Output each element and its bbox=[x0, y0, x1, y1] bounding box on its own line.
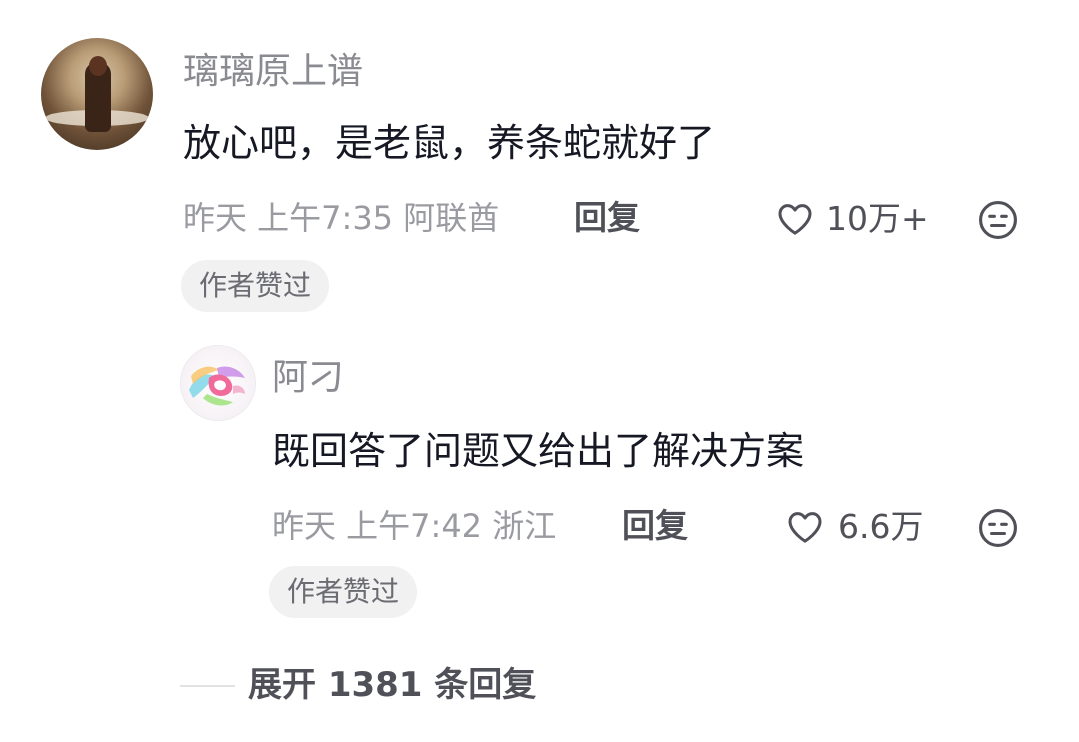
like-count: 6.6万 bbox=[838, 507, 924, 546]
like-count: 10万+ bbox=[826, 199, 929, 238]
avatar[interactable] bbox=[180, 345, 256, 421]
author-liked-badge: 作者赞过 bbox=[269, 566, 418, 618]
avatar-photo-head bbox=[89, 56, 107, 76]
colorful-abstract-avatar-art bbox=[181, 346, 255, 420]
avatar[interactable] bbox=[41, 38, 153, 150]
sad-face-icon[interactable] bbox=[976, 198, 1020, 242]
comment-username[interactable]: 璃璃原上谱 bbox=[183, 54, 363, 90]
reply-username[interactable]: 阿刁 bbox=[272, 360, 344, 396]
comment-content: 放心吧，是老鼠，养条蛇就好了 bbox=[183, 121, 716, 165]
reply-button[interactable]: 回复 bbox=[622, 509, 688, 542]
expand-divider bbox=[180, 685, 235, 687]
expand-replies-button[interactable]: 展开 1381 条回复 bbox=[248, 668, 536, 702]
reply-button[interactable]: 回复 bbox=[574, 201, 640, 234]
reply-content: 既回答了问题又给出了解决方案 bbox=[272, 429, 805, 473]
sad-face-icon[interactable] bbox=[976, 506, 1020, 550]
comment-meta: 昨天 上午7:35 阿联酋 bbox=[183, 199, 500, 237]
heart-outline-icon[interactable] bbox=[784, 507, 826, 547]
heart-outline-icon[interactable] bbox=[774, 199, 816, 239]
reply-meta: 昨天 上午7:42 浙江 bbox=[272, 507, 557, 545]
author-liked-badge: 作者赞过 bbox=[181, 260, 330, 312]
